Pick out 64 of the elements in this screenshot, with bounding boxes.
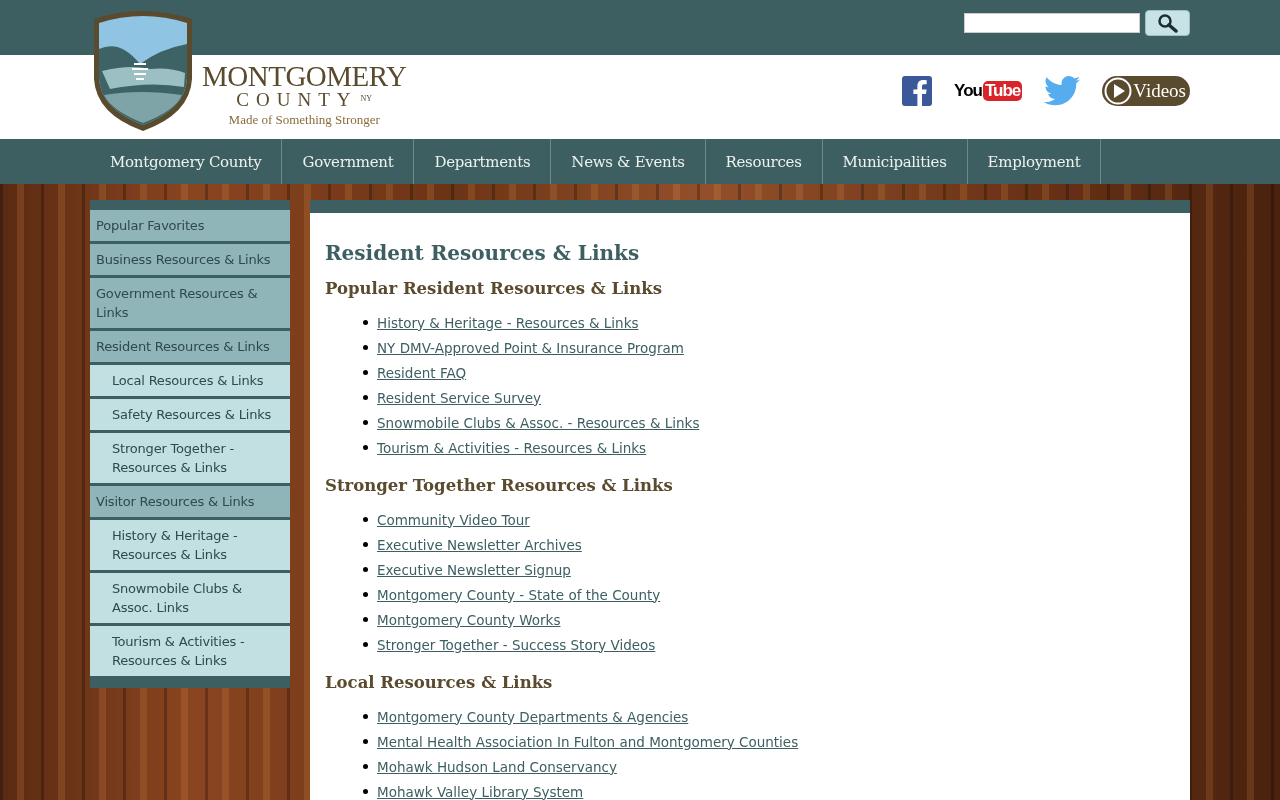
resource-link[interactable]: Mohawk Hudson Land Conservancy — [377, 758, 617, 775]
section-heading: Stronger Together Resources & Links — [325, 476, 674, 495]
nav-link[interactable]: Departments — [414, 139, 552, 184]
section-heading: Local Resources & Links — [325, 673, 554, 692]
sidebar-subitem[interactable]: Local Resources & Links — [90, 365, 290, 396]
sidebar-subitem[interactable]: Tourism & Activities - Resources & Links — [90, 626, 290, 676]
bullet-icon — [363, 789, 368, 794]
resource-link[interactable]: Resident FAQ — [377, 364, 467, 381]
resource-link[interactable]: History & Heritage - Resources & Links — [377, 314, 639, 331]
facebook-icon[interactable] — [902, 76, 933, 106]
resource-link[interactable]: Resident Service Survey — [377, 389, 542, 406]
nav-link[interactable]: Municipalities — [822, 139, 968, 184]
section-heading: Popular Resident Resources & Links — [325, 279, 664, 298]
bullet-icon — [363, 420, 368, 425]
sidebar-subitem[interactable]: Safety Resources & Links — [90, 399, 290, 430]
bullet-icon — [363, 592, 368, 597]
sidebar-item[interactable]: Popular Favorites — [90, 210, 290, 241]
sidebar-item[interactable]: Government Resources & Links — [90, 278, 290, 328]
search-button[interactable] — [1145, 10, 1190, 36]
bullet-icon — [363, 370, 368, 375]
logo-county: COUNTY — [236, 90, 358, 110]
resource-link[interactable]: Montgomery County Works — [377, 611, 561, 628]
bullet-icon — [363, 567, 368, 572]
sidebar-item[interactable]: Visitor Resources & Links — [90, 486, 290, 517]
resource-link[interactable]: Stronger Together - Success Story Videos — [377, 636, 656, 653]
videos-button[interactable]: Videos — [1102, 76, 1190, 106]
bullet-icon — [363, 517, 368, 522]
sidebar-subitem[interactable]: Snowmobile Clubs & Assoc. Links — [90, 573, 290, 623]
resource-link[interactable]: NY DMV-Approved Point & Insurance Program — [377, 339, 684, 356]
resource-link[interactable]: Community Video Tour — [377, 511, 530, 528]
search-field[interactable] — [964, 13, 1140, 33]
bullet-icon — [363, 542, 368, 547]
bullet-icon — [363, 617, 368, 622]
sidebar-item[interactable]: Business Resources & Links — [90, 244, 290, 275]
logo-tagline: Made of Something Stronger — [228, 112, 380, 128]
play-icon — [1104, 77, 1133, 105]
resource-link[interactable]: Mohawk Valley Library System — [377, 783, 584, 800]
sidebar-subitem[interactable]: History & Heritage - Resources & Links — [90, 520, 290, 570]
resource-link[interactable]: Montgomery County Departments & Agencies — [377, 708, 689, 725]
resource-link[interactable]: Montgomery County - State of the County — [377, 586, 661, 603]
nav-link[interactable]: Government — [282, 139, 415, 184]
bullet-icon — [363, 345, 368, 350]
resource-link[interactable]: Mental Health Association In Fulton and Montgomery Counties — [377, 733, 799, 750]
sidebar-subitem[interactable]: Stronger Together - Resources & Links — [90, 433, 290, 483]
bullet-icon — [363, 764, 368, 769]
nav-link[interactable]: News & Events — [551, 139, 706, 184]
resource-link[interactable]: Tourism & Activities - Resources & Links — [377, 439, 647, 456]
bullet-icon — [363, 714, 368, 719]
resource-link[interactable]: Executive Newsletter Signup — [377, 561, 571, 578]
nav-link[interactable]: Employment — [967, 139, 1102, 184]
bullet-icon — [363, 739, 368, 744]
nav-link[interactable]: Montgomery County — [90, 139, 283, 184]
page-title: Resident Resources & Links — [325, 241, 641, 265]
search-icon — [1156, 13, 1179, 33]
sidebar-item[interactable]: Resident Resources & Links — [90, 331, 290, 362]
resource-link[interactable]: Snowmobile Clubs & Assoc. - Resources & Links — [377, 414, 700, 431]
logo-state: NY — [360, 93, 373, 103]
logo-wordmark[interactable]: MONTGOMERY — [202, 62, 407, 90]
nav-link[interactable]: Resources — [705, 139, 823, 184]
resource-link[interactable]: Executive Newsletter Archives — [377, 536, 582, 553]
bullet-icon — [363, 642, 368, 647]
bullet-icon — [363, 445, 368, 450]
bullet-icon — [363, 320, 368, 325]
bullet-icon — [363, 395, 368, 400]
